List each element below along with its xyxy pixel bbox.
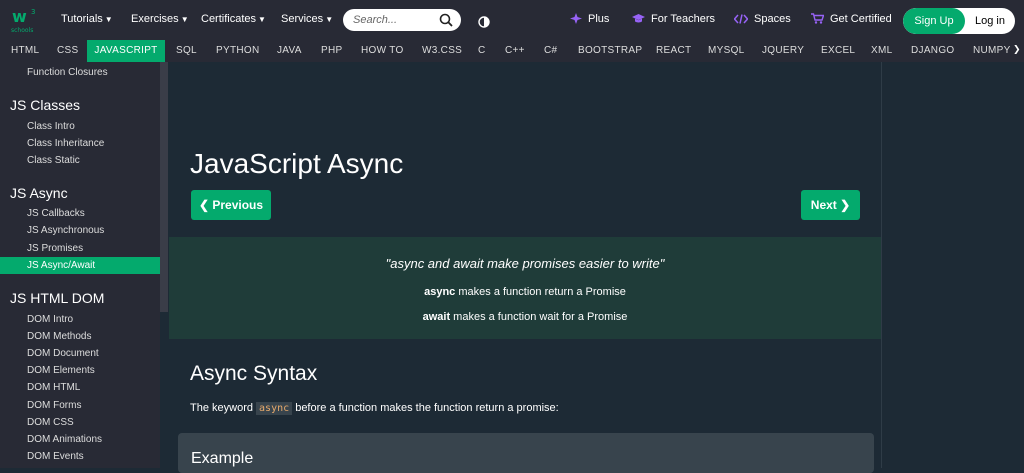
sidebar-item-dom-html[interactable]: DOM HTML: [27, 382, 80, 393]
sidebar-item-class-static[interactable]: Class Static: [27, 155, 80, 166]
tech-numpy[interactable]: NUMPY: [973, 40, 1011, 62]
tech-java[interactable]: JAVA: [277, 40, 302, 62]
svg-text:w: w: [12, 7, 27, 26]
nav-certificates[interactable]: Certificates ▼: [201, 13, 266, 25]
sidebar-scrollbar[interactable]: [160, 62, 168, 312]
tech-menu-bar: HTML CSS JAVASCRIPT SQL PYTHON JAVA PHP …: [0, 40, 1024, 62]
page-title: JavaScript Async: [190, 148, 404, 179]
w3schools-logo[interactable]: w 3 schools: [10, 6, 40, 34]
tech-react[interactable]: REACT: [656, 40, 691, 62]
dark-mode-toggle-icon[interactable]: [478, 13, 490, 32]
nav-tutorials[interactable]: Tutorials ▼: [61, 13, 113, 25]
code-icon: [733, 14, 749, 24]
auth-buttons: Sign Up Log in: [903, 8, 1015, 34]
caret-down-icon: ▼: [180, 15, 189, 24]
tech-sql[interactable]: SQL: [176, 40, 197, 62]
tech-python[interactable]: PYTHON: [216, 40, 259, 62]
intro-quote: "async and await make promises easier to…: [385, 256, 665, 271]
sidebar-heading-js-html-dom: JS HTML DOM: [10, 290, 105, 306]
sidebar-item-dom-intro[interactable]: DOM Intro: [27, 314, 73, 325]
sidebar-item-js-asynchronous[interactable]: JS Asynchronous: [27, 225, 104, 236]
section-title-async-syntax: Async Syntax: [190, 362, 318, 385]
spaces-link[interactable]: Spaces: [733, 13, 791, 25]
svg-text:3: 3: [31, 8, 35, 16]
sidebar-heading-js-async: JS Async: [10, 185, 68, 201]
tech-bootstrap[interactable]: BOOTSTRAP: [578, 40, 642, 62]
sidebar-item-dom-methods[interactable]: DOM Methods: [27, 331, 91, 342]
caret-down-icon: ▼: [104, 15, 113, 24]
tech-excel[interactable]: EXCEL: [821, 40, 855, 62]
intro-note-box: "async and await make promises easier to…: [169, 237, 881, 339]
sidebar-item-dom-css[interactable]: DOM CSS: [27, 417, 74, 428]
sidebar-item-dom-events[interactable]: DOM Events: [27, 451, 84, 462]
tech-csharp[interactable]: C#: [544, 40, 557, 62]
sidebar-item-js-promises[interactable]: JS Promises: [27, 243, 83, 254]
caret-down-icon: ▼: [258, 15, 266, 24]
async-description: async makes a function return a Promise: [424, 286, 626, 298]
sidebar-item-dom-forms[interactable]: DOM Forms: [27, 400, 81, 411]
graduation-cap-icon: [632, 14, 645, 23]
tech-django[interactable]: DJANGO: [911, 40, 954, 62]
tech-mysql[interactable]: MYSQL: [708, 40, 745, 62]
cart-icon: [811, 13, 825, 24]
search-input[interactable]: [353, 12, 433, 28]
previous-button[interactable]: ❮ Previous: [191, 190, 271, 220]
sign-up-button[interactable]: Sign Up: [903, 8, 965, 34]
sidebar-item-class-inheritance[interactable]: Class Inheritance: [27, 138, 104, 149]
tech-jquery[interactable]: JQUERY: [762, 40, 804, 62]
tech-how-to[interactable]: HOW TO: [361, 40, 404, 62]
tech-w3css[interactable]: W3.CSS: [422, 40, 462, 62]
for-teachers-link[interactable]: For Teachers: [632, 13, 715, 25]
tech-php[interactable]: PHP: [321, 40, 342, 62]
tech-xml[interactable]: XML: [871, 40, 892, 62]
await-description: await makes a function wait for a Promis…: [422, 311, 628, 323]
example-heading: Example: [191, 450, 254, 467]
nav-services[interactable]: Services ▼: [281, 13, 333, 25]
tech-css[interactable]: CSS: [57, 40, 78, 62]
plus-link[interactable]: Plus: [570, 13, 609, 25]
get-certified-link[interactable]: Get Certified: [811, 13, 892, 25]
inline-code-async: async: [256, 402, 293, 415]
sidebar-item-class-intro[interactable]: Class Intro: [27, 121, 75, 132]
example-box: Example: [178, 433, 874, 473]
svg-text:schools: schools: [11, 27, 33, 34]
diamond-icon: [570, 13, 582, 24]
right-column: [881, 62, 1024, 468]
search-icon[interactable]: [439, 13, 453, 27]
log-in-button[interactable]: Log in: [965, 8, 1015, 34]
search-box: [343, 9, 461, 31]
sidebar-item-js-async-await[interactable]: JS Async/Await: [27, 260, 95, 271]
sidebar-nav: Function Closures JS Classes Class Intro…: [0, 62, 160, 468]
sidebar-item-dom-animations[interactable]: DOM Animations: [27, 434, 102, 445]
tech-html[interactable]: HTML: [11, 40, 39, 62]
tech-javascript[interactable]: JAVASCRIPT: [87, 40, 165, 62]
sidebar-item-dom-document[interactable]: DOM Document: [27, 348, 99, 359]
top-navbar: w 3 schools Tutorials ▼ Exercises ▼ Certif…: [0, 0, 1024, 40]
sidebar-item-dom-elements[interactable]: DOM Elements: [27, 365, 95, 376]
caret-down-icon: ▼: [325, 15, 334, 24]
sidebar-item-function-closures[interactable]: Function Closures: [27, 67, 108, 78]
sidebar-heading-js-classes: JS Classes: [10, 97, 81, 113]
next-button[interactable]: Next ❯: [801, 190, 860, 220]
async-syntax-paragraph: The keyword async before a function make…: [190, 402, 559, 415]
nav-exercises[interactable]: Exercises ▼: [131, 13, 189, 25]
sidebar-item-js-callbacks[interactable]: JS Callbacks: [27, 208, 85, 219]
tech-cpp[interactable]: C++: [505, 40, 525, 62]
tech-c[interactable]: C: [478, 40, 486, 62]
scroll-right-icon[interactable]: ❯: [1013, 45, 1024, 57]
